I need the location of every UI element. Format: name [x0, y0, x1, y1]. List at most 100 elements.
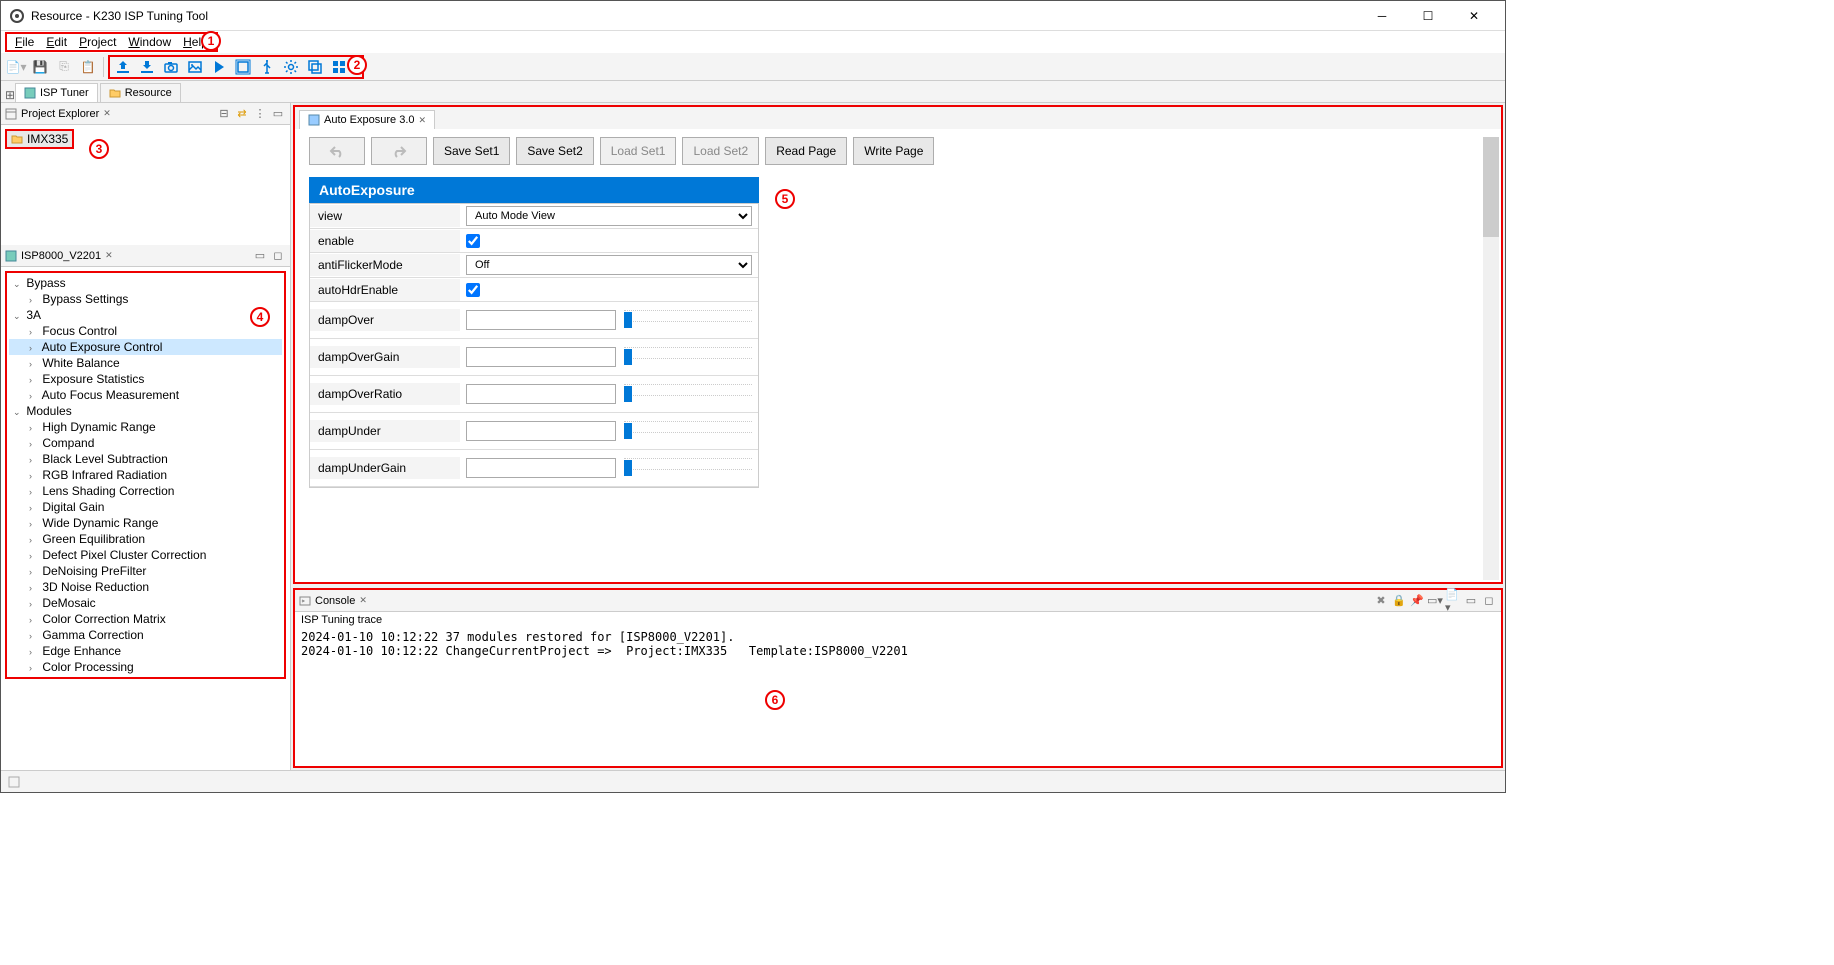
param-enable-checkbox[interactable]	[466, 234, 480, 248]
param-dampunder-slider[interactable]	[624, 421, 752, 441]
editor-body: Save Set1 Save Set2 Load Set1 Load Set2 …	[295, 129, 1501, 582]
tree-node[interactable]: ⌄ Bypass	[9, 275, 282, 291]
tree-node[interactable]: › Defect Pixel Cluster Correction	[9, 547, 282, 563]
tree-node[interactable]: › DeNoising PreFilter	[9, 563, 282, 579]
max-icon[interactable]: ◻	[1481, 593, 1497, 609]
close-icon[interactable]: ✕	[105, 250, 113, 261]
param-view-select[interactable]: Auto Mode View	[466, 206, 752, 226]
param-dampunder-input[interactable]	[466, 421, 616, 441]
collapse-icon[interactable]: ⊟	[216, 106, 232, 122]
camera-icon[interactable]	[160, 56, 182, 78]
console-body[interactable]: 2024-01-10 10:12:22 37 modules restored …	[295, 628, 1501, 766]
param-autohdr-checkbox[interactable]	[466, 283, 480, 297]
tree-node[interactable]: › Green Equilibration	[9, 531, 282, 547]
param-dampover-slider[interactable]	[624, 310, 752, 330]
min-icon[interactable]: ▭	[252, 248, 268, 264]
tree-node[interactable]: › Black Level Subtraction	[9, 451, 282, 467]
load-set1-button[interactable]: Load Set1	[600, 137, 677, 165]
save-set2-button[interactable]: Save Set2	[516, 137, 593, 165]
right-panel: Auto Exposure 3.0 ✕ Save Set1 Save Set2 …	[291, 103, 1505, 770]
tree-node[interactable]: › Compand	[9, 435, 282, 451]
annotation-6: 6	[765, 690, 785, 710]
tree-node[interactable]: › Gamma Correction	[9, 627, 282, 643]
param-dampoverratio-slider[interactable]	[624, 384, 752, 404]
image-icon[interactable]	[184, 56, 206, 78]
maximize-button[interactable]: ☐	[1405, 1, 1451, 31]
tree-node[interactable]: › Color Processing	[9, 659, 282, 675]
copy-icon[interactable]: 📋	[77, 56, 99, 78]
project-folder-icon	[11, 133, 23, 145]
tree-node[interactable]: › Edge Enhance	[9, 643, 282, 659]
gear-icon[interactable]	[280, 56, 302, 78]
tree-node[interactable]: › Wide Dynamic Range	[9, 515, 282, 531]
min-icon[interactable]: ▭	[270, 106, 286, 122]
menu-window[interactable]: Window	[122, 33, 177, 51]
capture-icon[interactable]	[232, 56, 254, 78]
tab-resource[interactable]: Resource	[100, 83, 181, 102]
display-icon[interactable]: ▭▾	[1427, 593, 1443, 609]
tree-node[interactable]: › Bypass Settings	[9, 291, 282, 307]
param-dampundergain-input[interactable]	[466, 458, 616, 478]
new-icon[interactable]: 📄▾	[5, 56, 27, 78]
upload-icon[interactable]	[112, 56, 134, 78]
param-dampovergain-slider[interactable]	[624, 347, 752, 367]
save-icon[interactable]: 💾	[29, 56, 51, 78]
new-console-icon[interactable]: 📄▾	[1445, 593, 1461, 609]
max-icon[interactable]: ◻	[270, 248, 286, 264]
editor-tab[interactable]: Auto Exposure 3.0 ✕	[299, 110, 435, 129]
isp-icon	[5, 250, 17, 262]
tree-node[interactable]: › Auto Focus Measurement	[9, 387, 282, 403]
param-antiflicker-select[interactable]: Off	[466, 255, 752, 275]
tab-isp-tuner[interactable]: ISP Tuner	[15, 83, 98, 102]
tree-node[interactable]: › 3D Noise Reduction	[9, 579, 282, 595]
menu-edit[interactable]: Edit	[40, 33, 73, 51]
param-dampovergain-input[interactable]	[466, 347, 616, 367]
editor-scrollbar[interactable]	[1483, 137, 1499, 580]
close-icon[interactable]: ✕	[103, 108, 111, 119]
close-button[interactable]: ✕	[1451, 1, 1497, 31]
pin-icon[interactable]: 📌	[1409, 593, 1425, 609]
menu-file[interactable]: File	[9, 33, 40, 51]
tree-node[interactable]: › High Dynamic Range	[9, 419, 282, 435]
min-icon[interactable]: ▭	[1463, 593, 1479, 609]
tree-node[interactable]: › Digital Gain	[9, 499, 282, 515]
window-icon[interactable]	[304, 56, 326, 78]
saveall-icon[interactable]: ⎘	[53, 56, 75, 78]
close-icon[interactable]: ✕	[419, 115, 427, 126]
close-icon[interactable]: ✕	[359, 595, 367, 606]
param-dampoverratio-input[interactable]	[466, 384, 616, 404]
lock-icon[interactable]: 🔒	[1391, 593, 1407, 609]
project-item[interactable]: IMX335	[5, 129, 74, 149]
play-icon[interactable]	[208, 56, 230, 78]
read-page-button[interactable]: Read Page	[765, 137, 847, 165]
tree-node[interactable]: ⌄ 3A	[9, 307, 282, 323]
param-dampover-input[interactable]	[466, 310, 616, 330]
write-page-button[interactable]: Write Page	[853, 137, 934, 165]
link-icon[interactable]: ⇄	[234, 106, 250, 122]
tree-node[interactable]: › Auto Exposure Control	[9, 339, 282, 355]
tree-node[interactable]: › RGB Infrared Radiation	[9, 467, 282, 483]
tree-node[interactable]: › Lens Shading Correction	[9, 483, 282, 499]
tree-node[interactable]: ⌄ Modules	[9, 403, 282, 419]
menu-project[interactable]: Project	[73, 33, 122, 51]
tuner-icon	[24, 87, 36, 99]
tree-node[interactable]: › Color Correction Matrix	[9, 611, 282, 627]
perspective-switcher-icon[interactable]: ⊞	[5, 88, 15, 102]
tree-node[interactable]: › Focus Control	[9, 323, 282, 339]
param-view-label: view	[310, 205, 460, 227]
tree-node[interactable]: › Exposure Statistics	[9, 371, 282, 387]
isp-panel-title: ISP8000_V2201	[21, 250, 101, 262]
param-dampundergain-slider[interactable]	[624, 458, 752, 478]
save-set1-button[interactable]: Save Set1	[433, 137, 510, 165]
redo-button[interactable]	[371, 137, 427, 165]
menu-icon[interactable]: ⋮	[252, 106, 268, 122]
download-icon[interactable]	[136, 56, 158, 78]
clear-icon[interactable]: ✖	[1373, 593, 1389, 609]
undo-button[interactable]	[309, 137, 365, 165]
tree-node[interactable]: › DeMosaic	[9, 595, 282, 611]
usb-icon[interactable]	[256, 56, 278, 78]
editor-area: Auto Exposure 3.0 ✕ Save Set1 Save Set2 …	[293, 105, 1503, 584]
load-set2-button[interactable]: Load Set2	[682, 137, 759, 165]
tree-node[interactable]: › White Balance	[9, 355, 282, 371]
minimize-button[interactable]: ─	[1359, 1, 1405, 31]
